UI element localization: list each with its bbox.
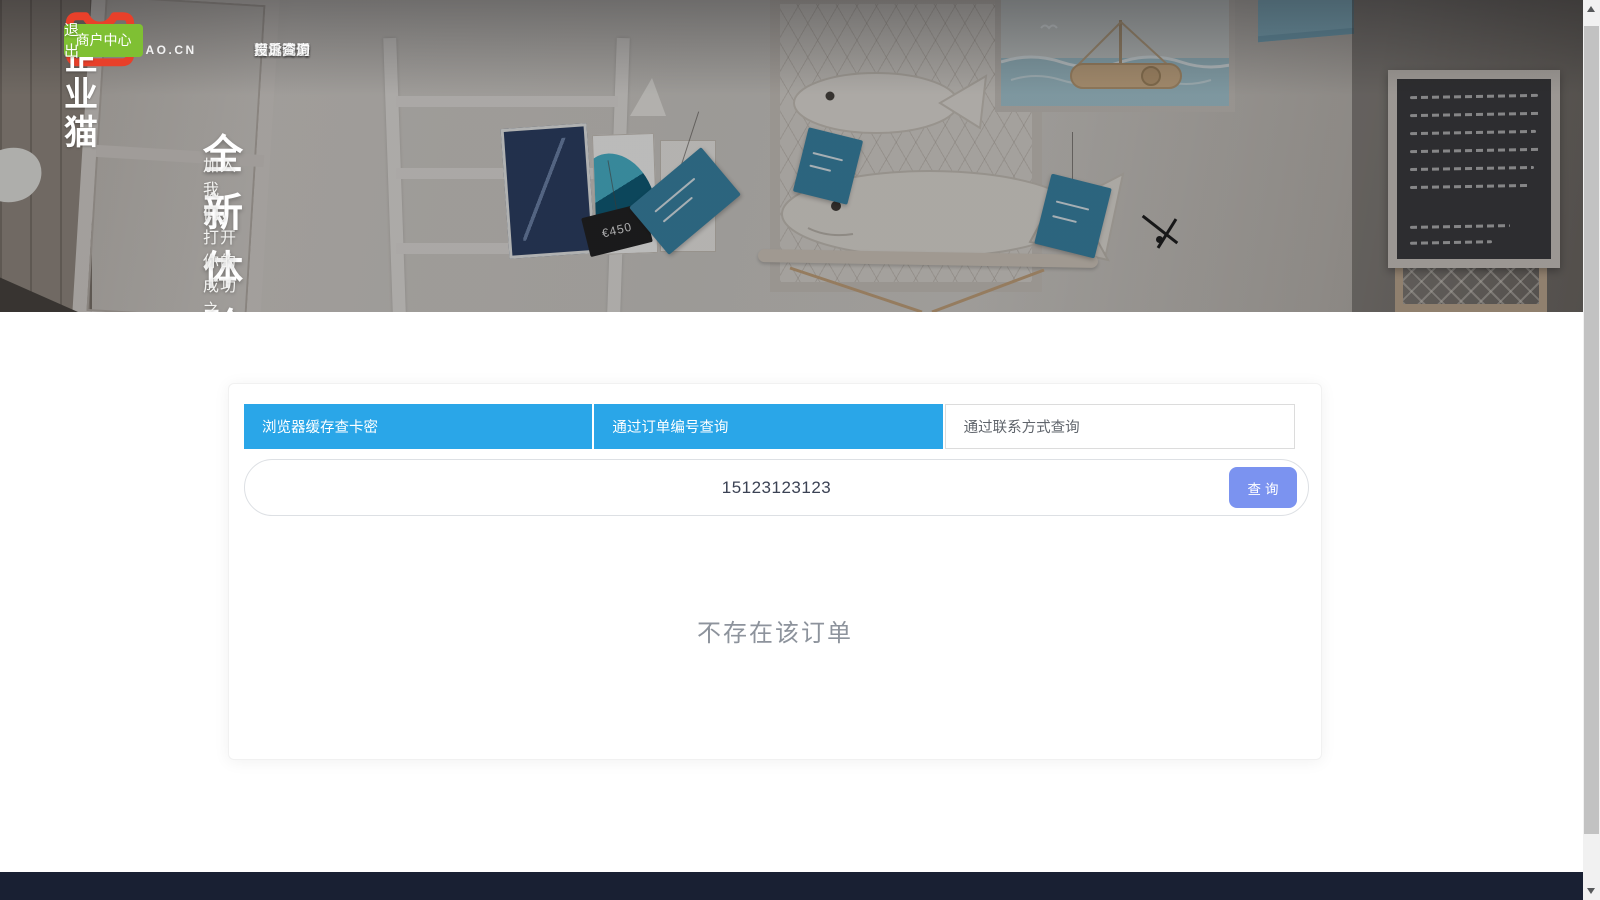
query-tabs: 浏览器缓存查卡密 通过订单编号查询 通过联系方式查询 <box>244 404 1295 449</box>
scrollbar[interactable] <box>1583 0 1600 900</box>
empty-result-message: 不存在该订单 <box>229 613 1321 648</box>
tab-contact-query[interactable]: 通过联系方式查询 <box>945 404 1295 449</box>
tab-order-number-query[interactable]: 通过订单编号查询 <box>594 404 942 449</box>
scroll-down-icon[interactable] <box>1587 888 1595 894</box>
query-button[interactable]: 查询 <box>1229 467 1297 508</box>
tab-browser-cache-query[interactable]: 浏览器缓存查卡密 <box>244 404 592 449</box>
scroll-up-icon[interactable] <box>1587 6 1595 12</box>
logout-link[interactable]: 退出 <box>64 19 79 61</box>
nav-item-complaint-query[interactable]: 投诉查询 <box>254 40 310 60</box>
footer <box>0 872 1600 900</box>
hero-subtitle: 加入我们，打开你的成功之门! <box>203 152 237 312</box>
hero-banner: €450 <box>0 0 1583 312</box>
query-card: 浏览器缓存查卡密 通过订单编号查询 通过联系方式查询 查询 不存在该订单 <box>228 383 1322 760</box>
header: 企业猫 WWW.QYMAO.CN 网站首页 联系我们 常见问题 订单查询 企业资… <box>0 0 1583 80</box>
page: €450 <box>0 0 1600 900</box>
query-input-row: 查询 <box>244 459 1309 516</box>
scrollbar-thumb[interactable] <box>1584 26 1599 834</box>
query-input[interactable] <box>244 459 1309 516</box>
